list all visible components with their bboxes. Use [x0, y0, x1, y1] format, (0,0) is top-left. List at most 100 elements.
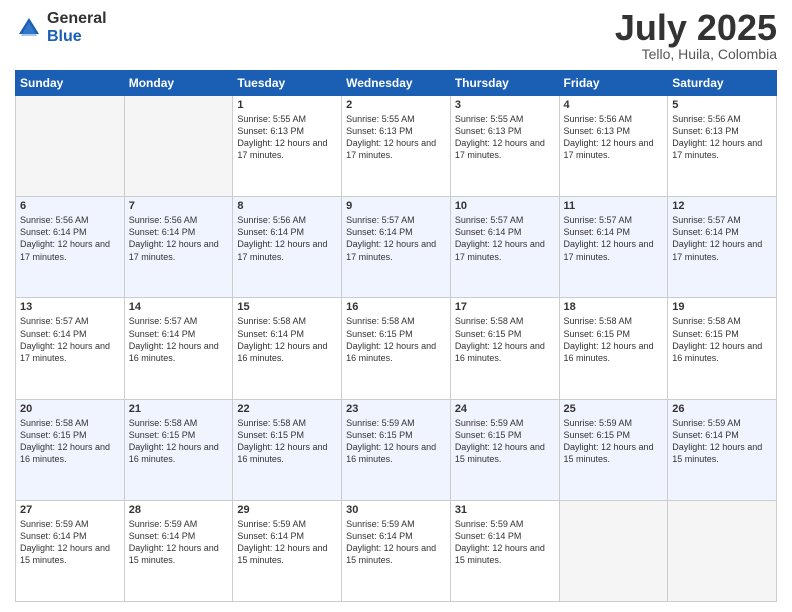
day-number: 5: [672, 99, 772, 111]
table-row: 7Sunrise: 5:56 AM Sunset: 6:14 PM Daylig…: [124, 197, 233, 298]
day-info: Sunrise: 5:59 AM Sunset: 6:14 PM Dayligh…: [129, 518, 229, 567]
header-sunday: Sunday: [16, 71, 125, 96]
day-info: Sunrise: 5:59 AM Sunset: 6:14 PM Dayligh…: [237, 518, 337, 567]
day-number: 24: [455, 403, 555, 415]
table-row: 30 Sunrise: 5:59 AM Sunset: 6:14 PM Dayli…: [342, 500, 451, 601]
day-info: Sunrise: 5:59 AM Sunset: 6:14 PM Dayligh…: [20, 518, 120, 567]
day-info: Sunrise: 5:59 AM Sunset: 6:14 PM Dayligh…: [672, 417, 772, 466]
day-info: Sunrise: 5:58 AM Sunset: 6:15 PM Dayligh…: [129, 417, 229, 466]
table-row: 28 Sunrise: 5:59 AM Sunset: 6:14 PM Dayli…: [124, 500, 233, 601]
calendar-week-row: 20 Sunrise: 5:58 AM Sunset: 6:15 PM Dayli…: [16, 399, 777, 500]
table-row: 22Sunrise: 5:58 AM Sunset: 6:15 PM Dayli…: [233, 399, 342, 500]
day-number: 19: [672, 301, 772, 313]
day-number: 2: [346, 99, 446, 111]
day-number: 4: [564, 99, 664, 111]
header: General Blue July 2025 Tello, Huila, Col…: [15, 10, 777, 62]
header-tuesday: Tuesday: [233, 71, 342, 96]
day-number: 20: [20, 403, 120, 415]
table-row: 27 Sunrise: 5:59 AM Sunset: 6:14 PM Dayli…: [16, 500, 125, 601]
day-number: 12: [672, 200, 772, 212]
day-info: Sunrise: 5:55 AM Sunset: 6:13 PM Dayligh…: [346, 113, 446, 162]
day-info: Sunrise: 5:59 AM Sunset: 6:15 PM Dayligh…: [455, 417, 555, 466]
calendar-week-row: 1Sunrise: 5:55 AM Sunset: 6:13 PM Daylig…: [16, 96, 777, 197]
day-number: 27: [20, 504, 120, 516]
day-number: 11: [564, 200, 664, 212]
day-info: Sunrise: 5:59 AM Sunset: 6:14 PM Dayligh…: [346, 518, 446, 567]
calendar-header-row: Sunday Monday Tuesday Wednesday Thursday…: [16, 71, 777, 96]
table-row: 19 Sunrise: 5:58 AM Sunset: 6:15 PM Dayli…: [668, 298, 777, 399]
header-monday: Monday: [124, 71, 233, 96]
day-number: 10: [455, 200, 555, 212]
day-info: Sunrise: 5:58 AM Sunset: 6:15 PM Dayligh…: [672, 315, 772, 364]
day-number: 31: [455, 504, 555, 516]
table-row: 24 Sunrise: 5:59 AM Sunset: 6:15 PM Dayli…: [450, 399, 559, 500]
day-number: 25: [564, 403, 664, 415]
day-info: Sunrise: 5:59 AM Sunset: 6:15 PM Dayligh…: [346, 417, 446, 466]
day-info: Sunrise: 5:56 AM Sunset: 6:13 PM Dayligh…: [672, 113, 772, 162]
day-info: Sunrise: 5:57 AM Sunset: 6:14 PM Dayligh…: [672, 214, 772, 263]
table-row: 31 Sunrise: 5:59 AM Sunset: 6:14 PM Dayli…: [450, 500, 559, 601]
title-block: July 2025 Tello, Huila, Colombia: [615, 10, 777, 62]
main-title: July 2025: [615, 10, 777, 46]
day-number: 26: [672, 403, 772, 415]
day-info: Sunrise: 5:57 AM Sunset: 6:14 PM Dayligh…: [20, 315, 120, 364]
day-number: 13: [20, 301, 120, 313]
day-info: Sunrise: 5:58 AM Sunset: 6:15 PM Dayligh…: [20, 417, 120, 466]
calendar-week-row: 6 Sunrise: 5:56 AM Sunset: 6:14 PM Daylig…: [16, 197, 777, 298]
table-row: 29 Sunrise: 5:59 AM Sunset: 6:14 PM Dayli…: [233, 500, 342, 601]
day-number: 17: [455, 301, 555, 313]
day-number: 28: [129, 504, 229, 516]
table-row: 9Sunrise: 5:57 AM Sunset: 6:14 PM Daylig…: [342, 197, 451, 298]
day-number: 9: [346, 200, 446, 212]
day-info: Sunrise: 5:57 AM Sunset: 6:14 PM Dayligh…: [564, 214, 664, 263]
table-row: [559, 500, 668, 601]
day-number: 15: [237, 301, 337, 313]
day-info: Sunrise: 5:55 AM Sunset: 6:13 PM Dayligh…: [455, 113, 555, 162]
day-info: Sunrise: 5:58 AM Sunset: 6:14 PM Dayligh…: [237, 315, 337, 364]
header-saturday: Saturday: [668, 71, 777, 96]
table-row: [668, 500, 777, 601]
day-number: 6: [20, 200, 120, 212]
header-thursday: Thursday: [450, 71, 559, 96]
table-row: 20 Sunrise: 5:58 AM Sunset: 6:15 PM Dayli…: [16, 399, 125, 500]
calendar-week-row: 13 Sunrise: 5:57 AM Sunset: 6:14 PM Dayli…: [16, 298, 777, 399]
day-number: 29: [237, 504, 337, 516]
day-info: Sunrise: 5:55 AM Sunset: 6:13 PM Dayligh…: [237, 113, 337, 162]
table-row: 21 Sunrise: 5:58 AM Sunset: 6:15 PM Dayli…: [124, 399, 233, 500]
day-number: 30: [346, 504, 446, 516]
header-friday: Friday: [559, 71, 668, 96]
day-info: Sunrise: 5:57 AM Sunset: 6:14 PM Dayligh…: [455, 214, 555, 263]
day-info: Sunrise: 5:58 AM Sunset: 6:15 PM Dayligh…: [346, 315, 446, 364]
day-number: 14: [129, 301, 229, 313]
table-row: 4 Sunrise: 5:56 AM Sunset: 6:13 PM Daylig…: [559, 96, 668, 197]
day-info: Sunrise: 5:58 AM Sunset: 6:15 PM Dayligh…: [564, 315, 664, 364]
table-row: 17Sunrise: 5:58 AM Sunset: 6:15 PM Dayli…: [450, 298, 559, 399]
table-row: 3 Sunrise: 5:55 AM Sunset: 6:13 PM Daylig…: [450, 96, 559, 197]
table-row: 15 Sunrise: 5:58 AM Sunset: 6:14 PM Dayli…: [233, 298, 342, 399]
day-info: Sunrise: 5:56 AM Sunset: 6:14 PM Dayligh…: [237, 214, 337, 263]
table-row: 16 Sunrise: 5:58 AM Sunset: 6:15 PM Dayli…: [342, 298, 451, 399]
table-row: 1Sunrise: 5:55 AM Sunset: 6:13 PM Daylig…: [233, 96, 342, 197]
day-number: 21: [129, 403, 229, 415]
table-row: 12 Sunrise: 5:57 AM Sunset: 6:14 PM Dayli…: [668, 197, 777, 298]
day-number: 8: [237, 200, 337, 212]
day-info: Sunrise: 5:56 AM Sunset: 6:14 PM Dayligh…: [129, 214, 229, 263]
day-info: Sunrise: 5:56 AM Sunset: 6:13 PM Dayligh…: [564, 113, 664, 162]
table-row: 2 Sunrise: 5:55 AM Sunset: 6:13 PM Daylig…: [342, 96, 451, 197]
day-number: 16: [346, 301, 446, 313]
table-row: 26 Sunrise: 5:59 AM Sunset: 6:14 PM Dayli…: [668, 399, 777, 500]
subtitle: Tello, Huila, Colombia: [615, 46, 777, 62]
day-info: Sunrise: 5:59 AM Sunset: 6:14 PM Dayligh…: [455, 518, 555, 567]
day-info: Sunrise: 5:59 AM Sunset: 6:15 PM Dayligh…: [564, 417, 664, 466]
table-row: 23Sunrise: 5:59 AM Sunset: 6:15 PM Dayli…: [342, 399, 451, 500]
day-info: Sunrise: 5:56 AM Sunset: 6:14 PM Dayligh…: [20, 214, 120, 263]
table-row: 6 Sunrise: 5:56 AM Sunset: 6:14 PM Daylig…: [16, 197, 125, 298]
table-row: 11 Sunrise: 5:57 AM Sunset: 6:14 PM Dayli…: [559, 197, 668, 298]
table-row: 8 Sunrise: 5:56 AM Sunset: 6:14 PM Daylig…: [233, 197, 342, 298]
table-row: 5 Sunrise: 5:56 AM Sunset: 6:13 PM Daylig…: [668, 96, 777, 197]
logo-general: General: [47, 10, 107, 28]
page: General Blue July 2025 Tello, Huila, Col…: [0, 0, 792, 612]
table-row: 25 Sunrise: 5:59 AM Sunset: 6:15 PM Dayli…: [559, 399, 668, 500]
table-row: 18Sunrise: 5:58 AM Sunset: 6:15 PM Dayli…: [559, 298, 668, 399]
day-number: 3: [455, 99, 555, 111]
